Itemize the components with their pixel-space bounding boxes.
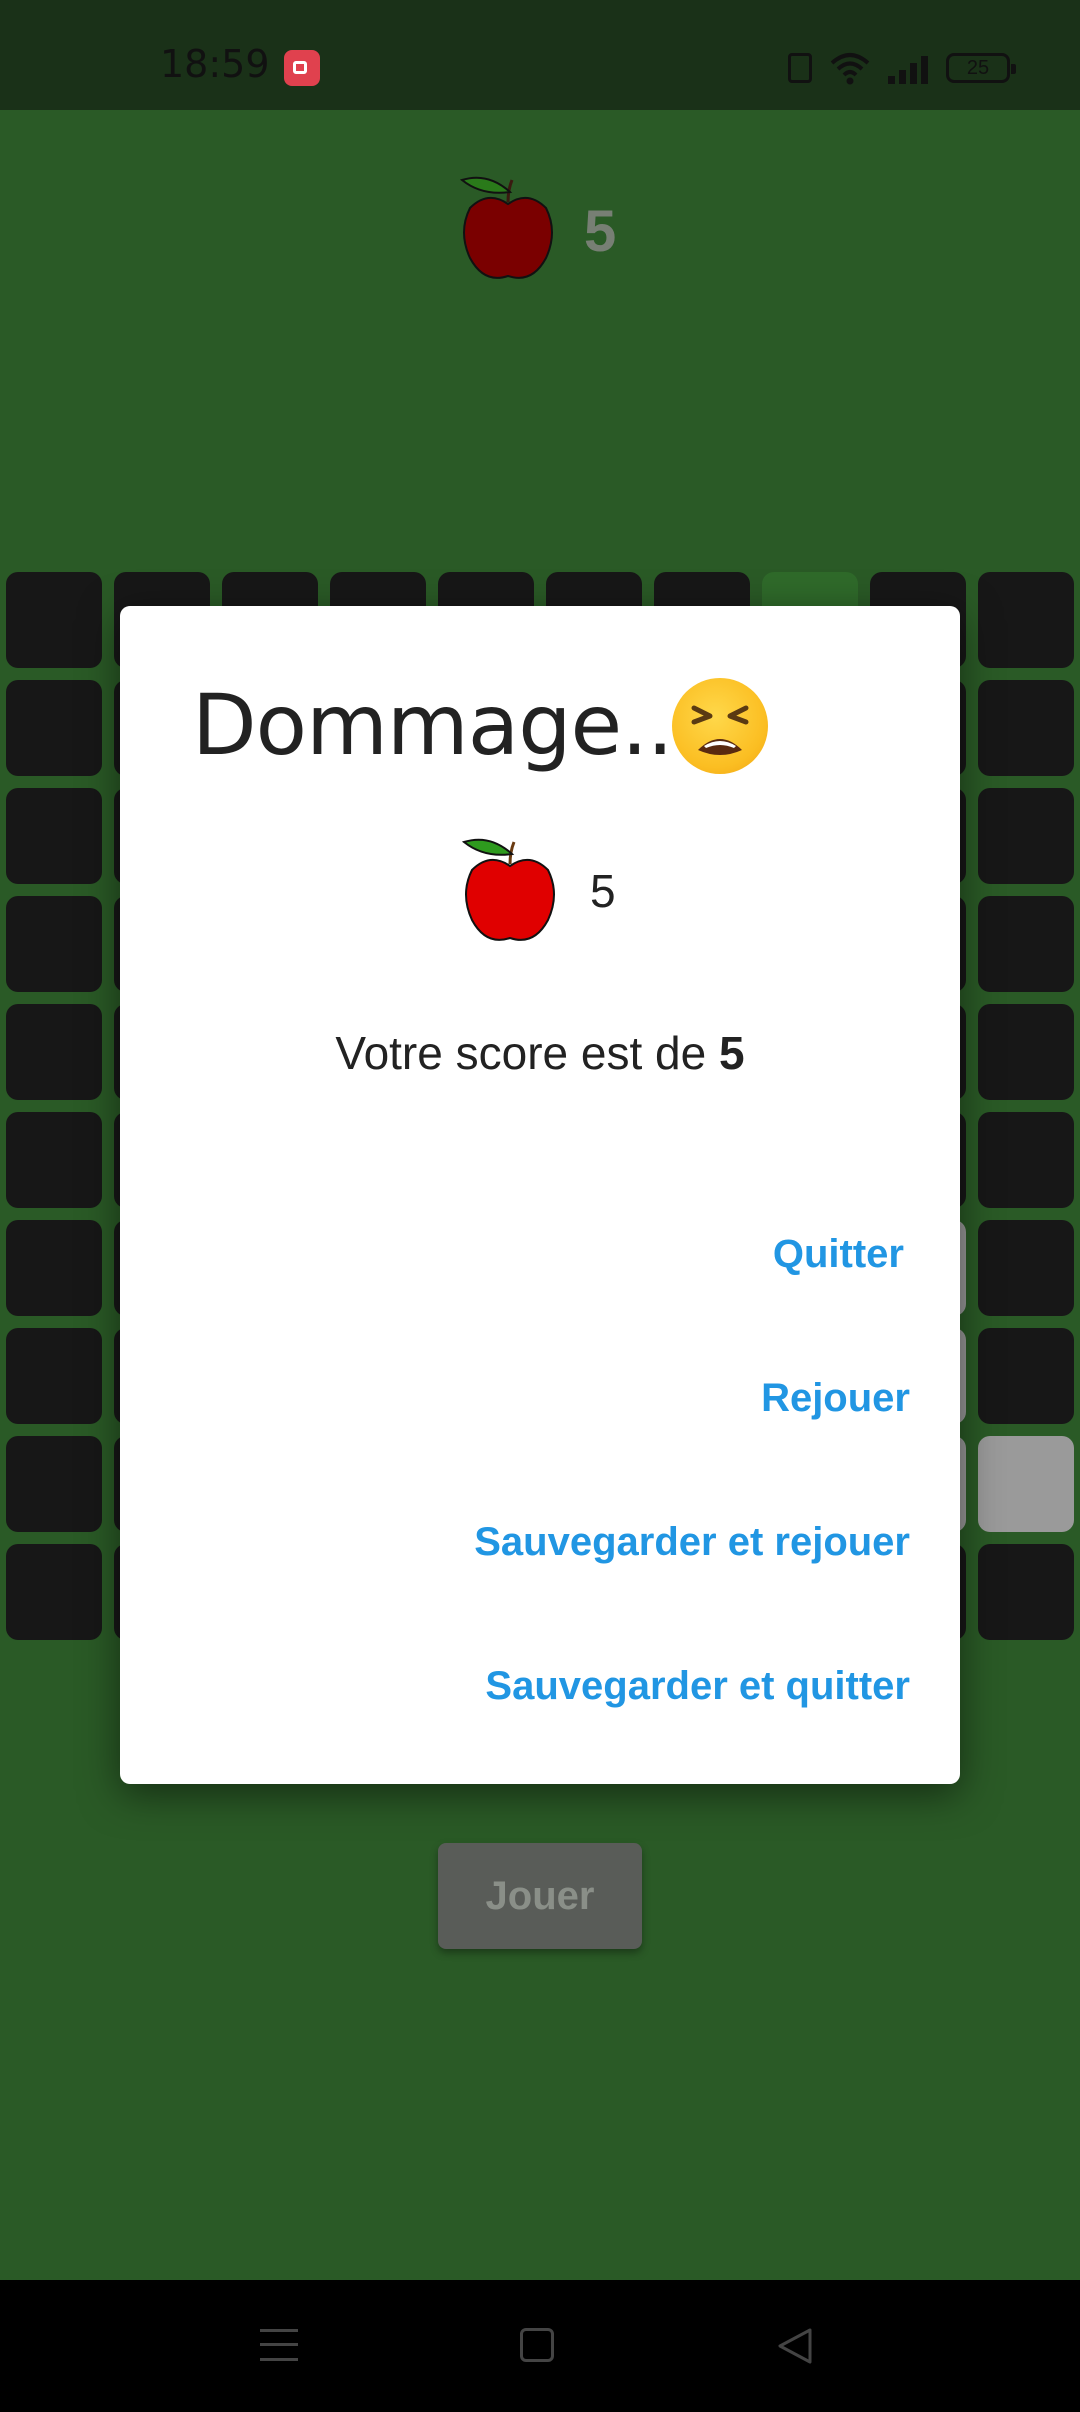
apple-icon [460,834,560,946]
menu-icon[interactable] [260,2327,298,2363]
save-and-quit-button[interactable]: Sauvegarder et quitter [485,1664,910,1709]
save-and-replay-button[interactable]: Sauvegarder et rejouer [474,1520,910,1565]
dialog-title: Dommage... [192,676,699,774]
game-over-dialog: Dommage... 5 Votre score est de 5 Quitte… [120,606,960,1784]
quit-button[interactable]: Quitter [773,1232,904,1277]
dialog-apple-count: 5 [590,865,616,917]
replay-button[interactable]: Rejouer [761,1376,910,1421]
score-message-text: Votre score est de [335,1027,719,1079]
home-icon[interactable] [520,2328,554,2362]
score-message-value: 5 [718,1027,745,1079]
tired-face-icon [672,678,768,774]
back-icon[interactable] [774,2326,816,2366]
score-message: Votre score est de 5 [120,1026,960,1080]
